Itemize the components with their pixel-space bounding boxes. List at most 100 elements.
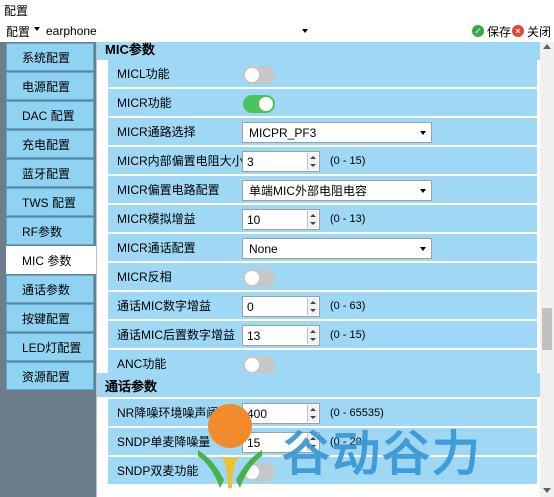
spin-buttons — [307, 211, 318, 228]
sidebar: 系统配置 电源配置 DAC 配置 充电配置 蓝牙配置 TWS 配置 RF参数 M… — [0, 42, 96, 497]
sidebar-item-label: MIC 参数 — [22, 253, 72, 268]
setting-label: 通话MIC后置数字增益 — [117, 328, 235, 342]
sidebar-item-mic[interactable]: MIC 参数 — [6, 246, 96, 274]
sidebar-item-label: LED灯配置 — [22, 340, 82, 355]
chevron-down-icon — [302, 29, 308, 33]
toolbar: 配置 earphone ✓ 保存 × 关闭 — [0, 20, 554, 42]
stepper-value: 10 — [247, 212, 261, 227]
spin-buttons — [307, 327, 318, 344]
sidebar-item-dac[interactable]: DAC 配置 — [6, 101, 94, 129]
setting-label: MICL功能 — [117, 67, 170, 81]
sidebar-item-system[interactable]: 系统配置 — [6, 43, 94, 71]
section-title: MIC参数 — [105, 42, 155, 57]
micr-channel-select[interactable]: MICPR_PF3 — [242, 122, 432, 143]
sidebar-item-call[interactable]: 通话参数 — [6, 275, 94, 303]
anc-toggle[interactable] — [243, 356, 275, 374]
sidebar-item-led[interactable]: LED灯配置 — [6, 333, 94, 361]
chevron-down-icon — [34, 27, 40, 31]
sidebar-item-bluetooth[interactable]: 蓝牙配置 — [6, 159, 94, 187]
stepper-value: 0 — [247, 299, 254, 314]
micr-invert-toggle[interactable] — [243, 269, 275, 287]
chevron-down-icon — [420, 131, 426, 135]
sidebar-item-power[interactable]: 电源配置 — [6, 72, 94, 100]
micr-bias-select[interactable]: 单端MIC外部电阻电容 — [242, 180, 432, 201]
toggle-knob — [245, 68, 259, 82]
sidebar-item-charge[interactable]: 充电配置 — [6, 130, 94, 158]
micl-toggle[interactable] — [243, 66, 275, 84]
spin-up-icon[interactable] — [308, 153, 318, 162]
stepper-value: 3 — [247, 154, 254, 169]
save-button[interactable]: ✓ 保存 — [472, 21, 511, 41]
watermark-text: 谷动谷力 — [282, 426, 483, 482]
sidebar-item-label: DAC 配置 — [22, 108, 75, 123]
setting-row-micr-call: MICR通话配置 None — [108, 234, 537, 262]
window-title-bar: 配置 — [0, 0, 554, 20]
close-button[interactable]: × 关闭 — [512, 21, 551, 41]
sidebar-item-label: TWS 配置 — [22, 195, 76, 210]
vertical-scrollbar[interactable] — [540, 42, 554, 497]
setting-row-call-digital-gain: 通话MIC数字增益 0 (0 - 63) — [108, 292, 537, 320]
micr-toggle[interactable] — [243, 95, 275, 113]
spin-up-icon[interactable] — [308, 327, 318, 336]
select-value: None — [249, 241, 278, 256]
range-hint: (0 - 15) — [330, 328, 366, 341]
spin-down-icon[interactable] — [308, 219, 318, 228]
spin-up-icon[interactable] — [308, 298, 318, 307]
setting-label: 通话MIC数字增益 — [117, 299, 211, 313]
section-header-mic: MIC参数 — [97, 42, 540, 60]
save-button-label: 保存 — [487, 24, 512, 39]
setting-row-call-post-gain: 通话MIC后置数字增益 13 (0 - 15) — [108, 321, 537, 349]
section-title: 通话参数 — [105, 378, 158, 394]
sidebar-item-label: 电源配置 — [22, 79, 71, 94]
spin-down-icon[interactable] — [308, 335, 318, 344]
micr-gain-stepper[interactable]: 10 — [242, 209, 320, 230]
window-title: 配置 — [4, 3, 29, 18]
watermark-logo-icon — [198, 404, 262, 488]
setting-row-micr-gain: MICR模拟增益 10 (0 - 13) — [108, 205, 537, 233]
scroll-thumb[interactable] — [542, 308, 552, 350]
product-select-value: earphone — [46, 24, 97, 38]
toggle-knob — [245, 358, 259, 372]
call-post-gain-stepper[interactable]: 13 — [242, 325, 320, 346]
spin-down-icon[interactable] — [308, 161, 318, 170]
micr-call-select[interactable]: None — [242, 238, 432, 259]
section-header-call: 通话参数 — [97, 373, 540, 397]
sidebar-item-tws[interactable]: TWS 配置 — [6, 188, 94, 216]
setting-label: MICR反相 — [117, 270, 172, 284]
setting-label: MICR通路选择 — [117, 125, 196, 139]
config-menu-label: 配置 — [6, 24, 31, 39]
product-select[interactable]: earphone — [44, 21, 310, 41]
config-menu[interactable]: 配置 — [0, 21, 44, 41]
select-value: 单端MIC外部电阻电容 — [249, 184, 367, 198]
setting-label: ANC功能 — [117, 357, 167, 371]
sidebar-item-label: 系统配置 — [22, 50, 71, 65]
stepper-value: 13 — [247, 328, 261, 343]
micr-res-stepper[interactable]: 3 — [242, 151, 320, 172]
setting-label: MICR偏置电路配置 — [117, 183, 220, 197]
spin-up-icon[interactable] — [308, 211, 318, 220]
setting-label: MICR功能 — [117, 96, 172, 110]
setting-label: MICR通话配置 — [117, 241, 196, 255]
sidebar-item-resources[interactable]: 资源配置 — [6, 362, 94, 390]
setting-label: SNDP双麦功能 — [117, 464, 199, 478]
toggle-knob — [259, 97, 273, 111]
spin-down-icon[interactable] — [308, 306, 318, 315]
scroll-down-icon[interactable] — [543, 488, 551, 493]
spin-buttons — [307, 298, 318, 315]
close-icon: × — [512, 25, 524, 37]
close-button-label: 关闭 — [527, 24, 552, 39]
range-hint: (0 - 13) — [330, 212, 366, 225]
sidebar-item-rf[interactable]: RF参数 — [6, 217, 94, 245]
setting-row-micr-bias: MICR偏置电路配置 单端MIC外部电阻电容 — [108, 176, 537, 204]
call-digital-gain-stepper[interactable]: 0 — [242, 296, 320, 317]
toggle-knob — [245, 271, 259, 285]
chevron-down-icon — [420, 247, 426, 251]
setting-row-micr: MICR功能 — [108, 89, 537, 117]
setting-label: MICR模拟增益 — [117, 212, 196, 226]
spin-up-icon[interactable] — [308, 405, 318, 414]
scroll-up-icon[interactable] — [543, 44, 551, 49]
sidebar-item-keys[interactable]: 按键配置 — [6, 304, 94, 332]
setting-row-micr-res: MICR内部偏置电阻大小 3 (0 - 15) — [108, 147, 537, 175]
sidebar-item-label: 通话参数 — [22, 282, 71, 297]
sidebar-item-label: 按键配置 — [22, 311, 71, 326]
